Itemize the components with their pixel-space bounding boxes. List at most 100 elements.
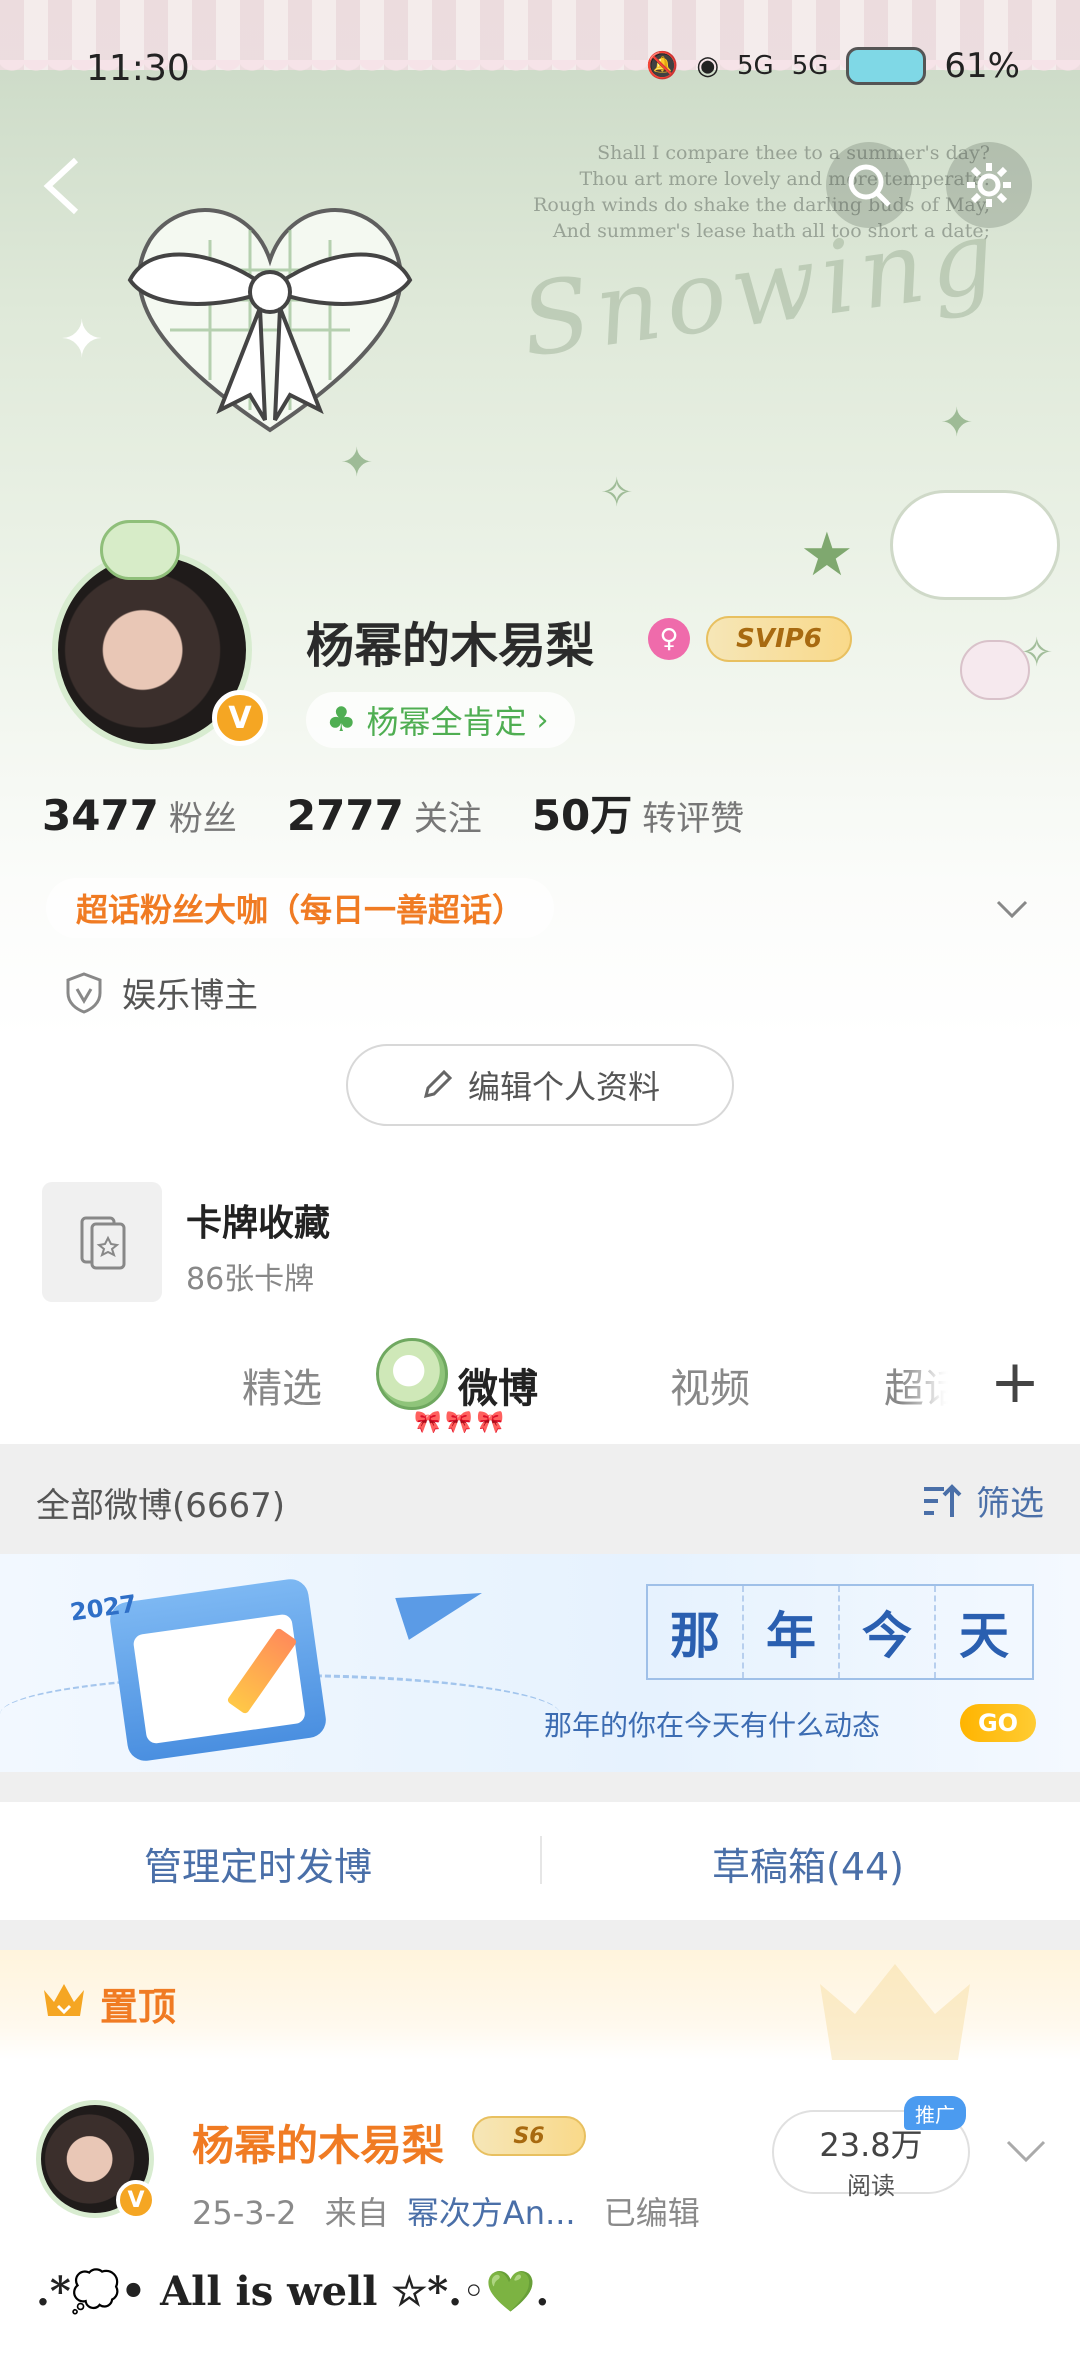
svip-badge[interactable]: S6 [472, 2116, 586, 2156]
shield-icon [66, 971, 102, 1014]
location-icon: ◉ [696, 51, 720, 81]
verified-badge: V [116, 2180, 156, 2220]
divider [0, 1920, 1080, 1950]
crown-icon [44, 1984, 84, 2016]
chevron-down-icon[interactable] [1004, 2136, 1048, 2166]
heart-bow-icon [127, 208, 413, 433]
promote-badge[interactable]: 推广 [904, 2096, 966, 2130]
stat-number: 2777 [286, 791, 404, 840]
stat-number: 3477 [42, 791, 159, 840]
title-char: 年 [744, 1586, 840, 1678]
search-button[interactable] [826, 142, 912, 228]
female-gender-icon: ♀ [648, 618, 690, 660]
status-time: 11:30 [86, 48, 190, 89]
title-char: 天 [959, 1606, 1009, 1665]
divider [540, 1836, 542, 1884]
post-date: 25-3-2 [192, 2194, 297, 2232]
pinned-post[interactable]: V 杨幂的木易梨 S6 25-3-2 来自 幂次方An... 已编辑 23.8万… [0, 2060, 1080, 2373]
silent-icon: 🔕 [645, 51, 679, 81]
cherries-decoration [960, 640, 1030, 700]
apple-icon [376, 1338, 448, 1410]
tab-weibo[interactable]: 微博 [458, 1356, 538, 1414]
search-icon [848, 164, 891, 207]
on-this-day-subtitle: 那年的你在今天有什么动态 [544, 1709, 881, 1742]
add-tab-button[interactable]: + [950, 1320, 1080, 1444]
profile-avatar-wrap[interactable]: V [40, 520, 270, 750]
tab-video[interactable]: 视频 [670, 1356, 750, 1414]
divider [0, 1772, 1080, 1802]
bow-decoration: 🎀🎀🎀 [414, 1410, 509, 1435]
role-row: 娱乐博主 [64, 968, 258, 1017]
calendar-icon [107, 1576, 329, 1764]
edit-profile-button[interactable]: 编辑个人资料 [346, 1044, 734, 1126]
status-bar: 11:30 🔕 ◉ 5G 5G 61% [0, 40, 1080, 100]
verified-badge: V [212, 690, 268, 746]
card-collection-title[interactable]: 卡牌收藏 [186, 1194, 330, 1246]
fanclub-pill[interactable]: ♣ 杨幂全肯定 › [306, 692, 575, 748]
fanclub-label: 杨幂全肯定 [366, 703, 527, 741]
scheduled-posts-button[interactable]: 管理定时发博 [144, 1836, 372, 1891]
sparkle-icon: ✦ [60, 310, 104, 370]
card-collection-tile[interactable] [42, 1182, 162, 1302]
post-source[interactable]: 幂次方An... [407, 2194, 576, 2232]
stat-label: 关注 [413, 799, 482, 839]
back-arrow-icon[interactable] [34, 150, 94, 222]
on-this-day-banner[interactable]: 2027 那 年 今 天 那年的你在今天有什么动态 GO [0, 1554, 1080, 1772]
battery-level: 61% [944, 46, 1020, 86]
card-icon [80, 1216, 126, 1270]
pinned-label: 置顶 [100, 1985, 177, 2029]
signal-icon: 5G [791, 51, 829, 81]
battery-icon [846, 47, 927, 85]
card-collection-count: 86张卡牌 [186, 1262, 315, 1297]
signal-icon: 5G [737, 51, 774, 81]
gear-icon [967, 163, 1011, 207]
filter-label: 筛选 [976, 1484, 1044, 1524]
post-from-label: 来自 [324, 2194, 389, 2232]
poem-line: Shall I compare thee to a summer's day? [597, 142, 990, 164]
svip-badge[interactable]: SVIP6 [706, 616, 852, 662]
profile-stats: 3477 粉丝 2777 关注 50万 转评赞 [42, 782, 744, 843]
post-edited: 已编辑 [603, 2194, 700, 2232]
stat-interactions[interactable]: 50万 转评赞 [532, 782, 744, 843]
go-button[interactable]: GO [960, 1704, 1036, 1742]
apple-frame-decoration [100, 520, 180, 580]
mascot-decoration [890, 490, 1060, 600]
post-author-name[interactable]: 杨幂的木易梨 [192, 2112, 444, 2173]
drafts-button[interactable]: 草稿箱(44) [712, 1836, 904, 1891]
all-posts-label[interactable]: 全部微博(6667) [36, 1478, 285, 1527]
pencil-icon [423, 1069, 453, 1099]
filter-icon [924, 1483, 962, 1517]
sparkle-icon: ✦ [340, 440, 374, 486]
stat-following[interactable]: 2777 关注 [287, 791, 482, 840]
read-count-label: 阅读 [847, 2172, 895, 2200]
sparkle-icon: ✦ [940, 400, 974, 446]
post-actions-row: 管理定时发博 草稿箱(44) [0, 1802, 1080, 1920]
chevron-down-icon[interactable] [992, 888, 1032, 928]
paper-plane-icon [395, 1572, 489, 1640]
crown-watermark-icon [820, 1964, 970, 2060]
settings-button[interactable] [946, 142, 1032, 228]
star-icon: ★ [800, 520, 854, 590]
filter-bar: 全部微博(6667) 筛选 [0, 1444, 1080, 1554]
stat-number: 50万 [531, 791, 633, 840]
post-text: .*💭• All is well ☆*.◦💚. [36, 2268, 550, 2315]
stat-label: 粉丝 [168, 799, 237, 839]
tabs-fade [900, 1340, 950, 1420]
clover-icon: ♣ [326, 700, 357, 740]
supertopic-badge[interactable]: 超话粉丝大咖（每日一善超话） [46, 878, 555, 938]
on-this-day-title: 那 年 今 天 [646, 1584, 1034, 1680]
sparkle-icon: ✧ [600, 470, 634, 516]
poem-line: Thou art more lovely and more temperate: [579, 168, 990, 190]
edit-profile-label: 编辑个人资料 [467, 1068, 660, 1106]
stat-followers[interactable]: 3477 粉丝 [42, 791, 237, 840]
tab-featured[interactable]: 精选 [242, 1356, 322, 1414]
post-meta: 25-3-2 来自 幂次方An... 已编辑 [192, 2188, 700, 2234]
pinned-header: 置顶 [0, 1950, 1080, 2060]
role-label: 娱乐博主 [122, 976, 258, 1016]
profile-banner: Shall I compare thee to a summer's day? … [0, 0, 1080, 1040]
stat-label: 转评赞 [642, 799, 745, 839]
title-char: 今 [840, 1586, 936, 1678]
profile-name: 杨幂的木易梨 [306, 618, 595, 674]
filter-button[interactable]: 筛选 [920, 1476, 1044, 1525]
chevron-right-icon: › [536, 702, 549, 738]
